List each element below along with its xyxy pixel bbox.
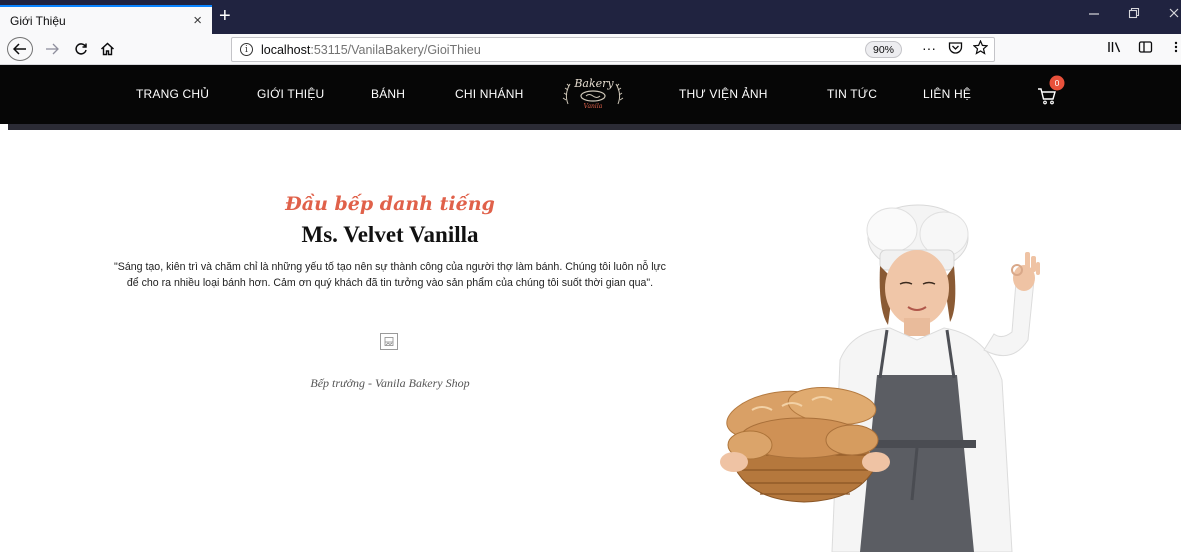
pocket-icon[interactable] (948, 41, 963, 58)
nav-branches-link[interactable]: CHI NHÁNH (455, 87, 523, 101)
url-path: :53115/VanilaBakery/GioiThieu (310, 42, 481, 57)
logo-sub-text: Vanila (584, 103, 603, 110)
arrow-right-icon (46, 43, 59, 55)
browser-toolbar: i localhost:53115/VanilaBakery/GioiThieu… (0, 34, 1181, 65)
chef-quote: "Sáng tạo, kiên trì và chăm chỉ là những… (114, 261, 666, 289)
chef-subtitle: Đầu bếp danh tiếng (285, 193, 495, 215)
nav-contact-link[interactable]: LIÊN HỆ (923, 87, 971, 101)
chef-photo (720, 204, 1040, 552)
chef-role: Bếp trưởng - Vanila Bakery Shop (310, 376, 470, 390)
url-host: localhost (261, 42, 311, 57)
cart-count: 0 (1055, 78, 1060, 88)
bookmark-star-icon[interactable] (972, 39, 989, 58)
restore-icon[interactable] (1128, 6, 1140, 23)
browser-tab-active[interactable]: Giới Thiệu × (0, 5, 212, 34)
nav-cakes-link[interactable]: BÁNH (371, 87, 405, 101)
bakery-logo[interactable]: Bakery Vanila (562, 74, 624, 116)
zoom-level-button[interactable]: 90% (865, 41, 903, 58)
broken-image-icon (380, 333, 398, 350)
library-icon[interactable] (1107, 40, 1122, 57)
forward-button[interactable] (45, 38, 59, 60)
close-window-icon[interactable] (1168, 6, 1180, 23)
nav-about-link[interactable]: GIỚI THIỆU (257, 87, 324, 101)
tab-title: Giới Thiệu (10, 13, 66, 28)
reload-icon (75, 43, 87, 55)
site-info-icon[interactable]: i (240, 43, 253, 56)
sidebar-icon[interactable] (1138, 40, 1153, 57)
page-actions-icon[interactable]: ··· (922, 40, 936, 56)
cart-count-badge: 0 (1049, 75, 1065, 91)
new-tab-button[interactable]: + (219, 4, 231, 28)
browser-tab-strip: Giới Thiệu × + (0, 0, 1181, 34)
home-icon (100, 42, 115, 56)
logo-script-text: Bakery (573, 77, 614, 90)
minimize-icon[interactable] (1088, 6, 1100, 23)
site-header: TRANG CHỦ GIỚI THIỆU BÁNH CHI NHÁNH Bake… (0, 65, 1181, 130)
menu-icon[interactable] (1172, 40, 1180, 57)
nav-news-link[interactable]: TIN TỨC (827, 87, 877, 101)
back-button[interactable] (7, 37, 33, 61)
nav-gallery-link[interactable]: THƯ VIỆN ẢNH (679, 87, 768, 101)
home-button[interactable] (100, 38, 115, 60)
chef-name: Ms. Velvet Vanilla (301, 222, 479, 247)
tab-close-icon[interactable]: × (193, 13, 202, 28)
nav-home-link[interactable]: TRANG CHỦ (136, 87, 209, 101)
reload-button[interactable] (74, 38, 88, 60)
address-bar[interactable]: i localhost:53115/VanilaBakery/GioiThieu… (231, 37, 995, 62)
arrow-left-icon (13, 43, 26, 55)
